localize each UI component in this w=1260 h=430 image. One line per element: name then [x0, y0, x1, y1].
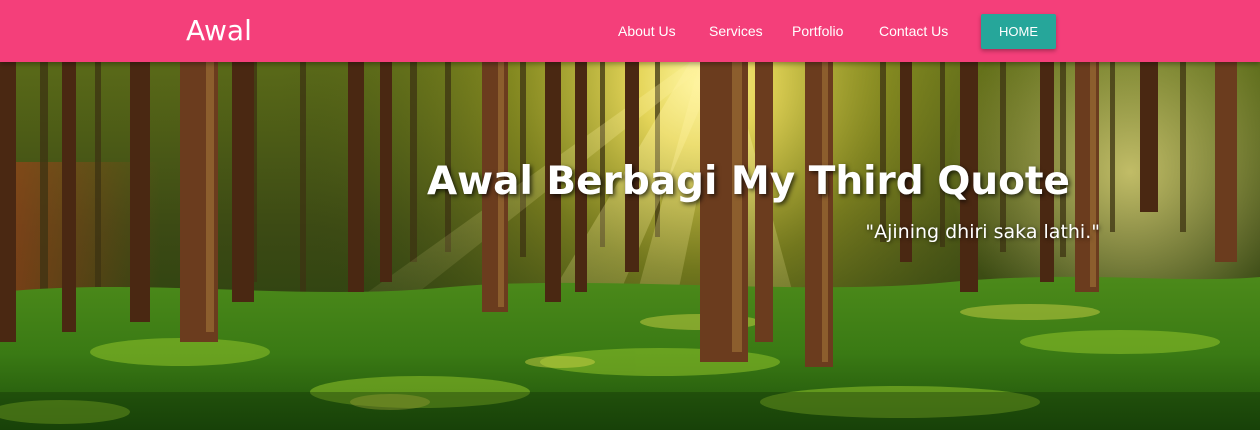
hero-section: Awal Berbagi My Third Quote "Ajining dhi…	[0, 62, 1260, 430]
hero-quote: "Ajining dhiri saka lathi."	[865, 221, 1100, 243]
home-button[interactable]: HOME	[981, 14, 1056, 49]
nav-link-services[interactable]: Services	[709, 21, 763, 41]
nav-link-portfolio[interactable]: Portfolio	[792, 21, 843, 41]
nav-menu: About Us Services Portfolio Contact Us H…	[0, 0, 1260, 62]
navbar: Awal About Us Services Portfolio Contact…	[0, 0, 1260, 62]
nav-link-contact-us[interactable]: Contact Us	[879, 21, 948, 41]
hero-title: Awal Berbagi My Third Quote	[426, 159, 1070, 204]
nav-link-about-us[interactable]: About Us	[618, 21, 676, 41]
forest-background-image	[0, 62, 1260, 430]
